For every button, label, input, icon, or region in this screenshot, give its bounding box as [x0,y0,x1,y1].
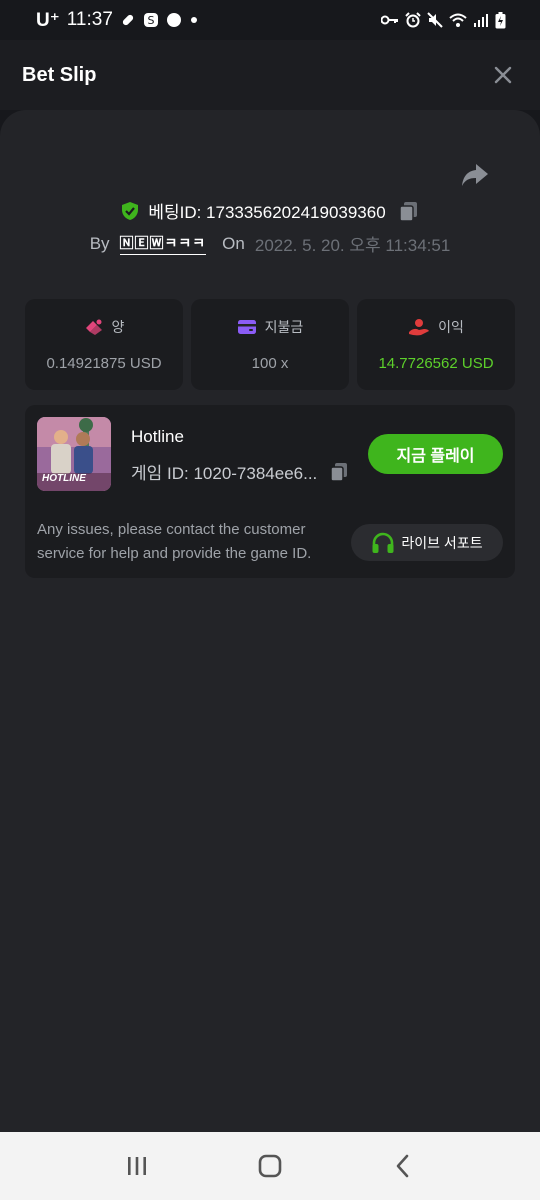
wallet-icon [237,320,256,334]
live-support-label: 라이브 서포트 [401,534,483,551]
battery-icon [495,11,506,28]
game-thumbnail[interactable]: HOTLINE [37,417,111,491]
by-label: By [89,233,110,253]
status-bar: U⁺ 11:37 S [0,0,540,40]
carrier-label: U⁺ [36,9,60,31]
game-id-text: 게임 ID: 1020-7384ee6... [131,464,318,483]
stat-card-amount: 양 0.14921875 USD [25,299,183,390]
stat-card-payout: 지불금 100 x [191,299,349,390]
stat-label: 양 [111,319,125,335]
page-title: Bet Slip [22,63,97,86]
username-link[interactable]: 🄽🄴🅆ㅋㅋㅋ [119,233,207,255]
stat-label: 이익 [438,319,464,335]
copy-bet-id-icon[interactable] [398,200,420,222]
stat-value: 14.7726562 USD [378,355,494,372]
mute-icon [427,12,443,28]
wifi-icon [449,13,467,27]
stat-head: 지불금 [237,317,304,337]
home-button[interactable] [250,1146,290,1186]
stat-value: 0.14921875 USD [46,355,162,372]
svg-text:S: S [147,14,154,27]
bet-detail-sheet: 베팅ID: 1733356202419039360 By 🄽🄴🅆ㅋㅋㅋ On 2… [0,110,540,1132]
stat-label: 지불금 [264,319,304,335]
status-right [381,11,506,29]
support-help-text: Any issues, please contact the customer … [37,521,312,562]
game-art-title: HOTLINE [42,473,86,484]
signal-icon [474,14,488,27]
share-button[interactable] [460,162,490,188]
home-icon [258,1154,282,1178]
game-card: HOTLINE Hotline 게임 ID: 1020-7384ee6... 지… [25,405,515,578]
key-icon [381,15,398,25]
bet-slip-header: Bet Slip [0,40,540,110]
share-icon [462,164,488,186]
stat-head: 이익 [408,317,464,337]
more-dot-icon [190,17,197,23]
close-button[interactable] [488,60,518,90]
bet-author-row: By 🄽🄴🅆ㅋㅋㅋ On 2022. 5. 20. 오후 11:34:51 [0,231,540,256]
headset-icon [372,532,394,553]
status-left: U⁺ 11:37 S [36,9,199,32]
bet-stats: 양 0.14921875 USD 지불금 100 x 이익 14.7726562… [25,299,515,390]
live-support-button[interactable]: 라이브 서포트 [351,524,503,561]
recents-icon [127,1157,146,1175]
stat-card-profit: 이익 14.7726562 USD [357,299,515,390]
copy-game-id-icon[interactable] [329,461,349,483]
game-id-row: 게임 ID: 1020-7384ee6... [131,459,349,484]
bet-amount-icon [85,319,102,335]
bet-date: 2022. 5. 20. 오후 11:34:51 [254,236,451,255]
play-now-button[interactable]: 지금 플레이 [368,434,503,474]
stat-value: 100 x [251,355,289,372]
app-chat-icon [166,13,181,27]
bet-id-text: 베팅ID: 1733356202419039360 [148,203,386,222]
system-nav-bar [0,1132,540,1200]
game-name: Hotline [131,427,184,446]
clock: 11:37 [66,9,113,30]
bet-id-row: 베팅ID: 1733356202419039360 [0,198,540,223]
recents-button[interactable] [117,1146,157,1186]
pill-icon [122,14,134,26]
back-icon [397,1154,409,1178]
on-label: On [222,233,245,253]
profit-icon [409,319,430,336]
app-s-icon: S [143,13,158,27]
alarm-icon [405,12,421,28]
close-icon [494,66,512,84]
verified-shield-icon [122,201,139,220]
back-button[interactable] [383,1146,423,1186]
stat-head: 양 [84,317,125,337]
